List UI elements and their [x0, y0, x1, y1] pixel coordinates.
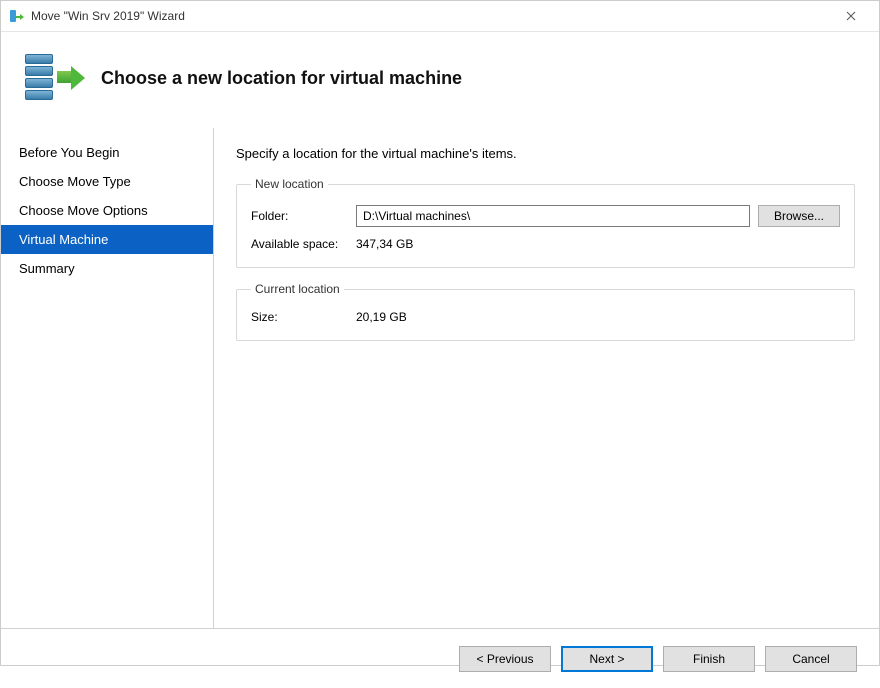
folder-label: Folder:: [251, 209, 356, 223]
size-label: Size:: [251, 310, 356, 324]
wizard-content: Specify a location for the virtual machi…: [214, 128, 879, 628]
wizard-header: Choose a new location for virtual machin…: [1, 32, 879, 128]
page-title: Choose a new location for virtual machin…: [101, 68, 462, 89]
titlebar: Move "Win Srv 2019" Wizard: [1, 1, 879, 32]
sidebar-item-virtual-machine[interactable]: Virtual Machine: [1, 225, 213, 254]
app-icon: [9, 8, 25, 24]
wizard-icon: [25, 50, 81, 106]
current-location-group: Current location Size: 20,19 GB: [236, 282, 855, 341]
sidebar-item-summary[interactable]: Summary: [1, 254, 213, 283]
wizard-steps-sidebar: Before You Begin Choose Move Type Choose…: [1, 128, 213, 628]
available-space-value: 347,34 GB: [356, 237, 413, 251]
browse-button[interactable]: Browse...: [758, 205, 840, 227]
new-location-legend: New location: [251, 177, 328, 191]
close-button[interactable]: [831, 2, 871, 30]
sidebar-item-choose-move-options[interactable]: Choose Move Options: [1, 196, 213, 225]
size-value: 20,19 GB: [356, 310, 407, 324]
window-title: Move "Win Srv 2019" Wizard: [31, 9, 831, 23]
current-location-legend: Current location: [251, 282, 344, 296]
sidebar-item-before-you-begin[interactable]: Before You Begin: [1, 138, 213, 167]
folder-input[interactable]: [356, 205, 750, 227]
available-space-label: Available space:: [251, 237, 356, 251]
sidebar-item-choose-move-type[interactable]: Choose Move Type: [1, 167, 213, 196]
wizard-footer: < Previous Next > Finish Cancel: [1, 628, 879, 688]
finish-button[interactable]: Finish: [663, 646, 755, 672]
previous-button[interactable]: < Previous: [459, 646, 551, 672]
instruction-text: Specify a location for the virtual machi…: [236, 146, 855, 161]
next-button[interactable]: Next >: [561, 646, 653, 672]
new-location-group: New location Folder: Browse... Available…: [236, 177, 855, 268]
cancel-button[interactable]: Cancel: [765, 646, 857, 672]
